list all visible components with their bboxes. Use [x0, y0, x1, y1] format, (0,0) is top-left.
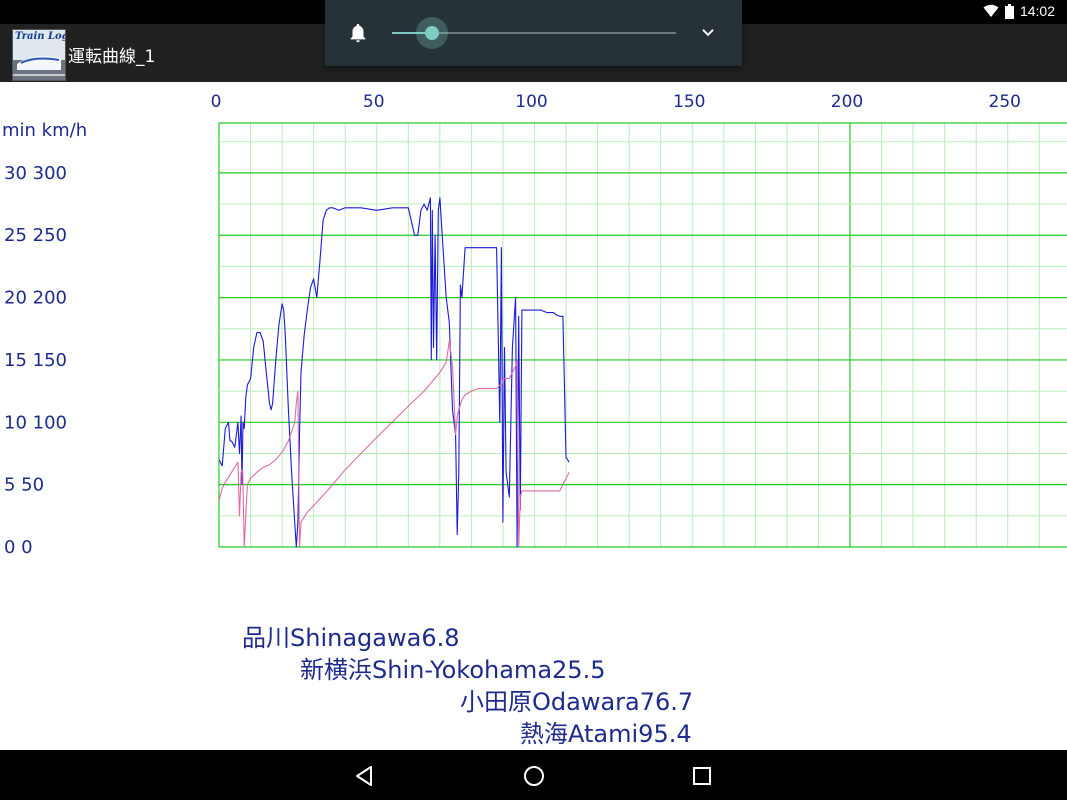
y-tick-label: 20 200 — [4, 288, 67, 309]
app-logo[interactable]: Train Log — [12, 29, 66, 81]
recents-icon[interactable] — [689, 763, 715, 789]
y-tick-label: 30 300 — [4, 163, 67, 184]
chevron-down-icon[interactable] — [697, 22, 719, 44]
x-tick-label: 50 — [363, 92, 385, 112]
app-icon-text: Train Log — [15, 31, 66, 42]
y-tick-label: 0 0 — [4, 537, 33, 558]
y-tick-label: 5 50 — [4, 475, 44, 496]
station-km: 95.4 — [638, 720, 692, 748]
station-name: 品川Shinagawa — [242, 624, 422, 652]
station-label-odawara: 小田原Odawara76.7 — [460, 682, 693, 717]
bell-icon[interactable] — [347, 22, 369, 44]
speed-time-chart: 0 50 100 150 200 250 0 0 5 50 10 100 15 150 20 20… — [2, 92, 1067, 558]
station-name: 熱海Atami — [520, 720, 639, 748]
battery-icon — [1004, 3, 1014, 19]
station-km: 25.5 — [552, 656, 606, 684]
station-label-shin-yokohama: 新横浜Shin-Yokohama25.5 — [300, 650, 605, 685]
station-km: 6.8 — [421, 624, 460, 652]
y-tick-labels: 0 0 5 50 10 100 15 150 20 200 25 250 30 300 — [4, 163, 67, 558]
station-km: 76.7 — [639, 688, 694, 716]
status-icons: 14:02 — [983, 3, 1055, 19]
navigation-bar — [0, 750, 1067, 800]
station-name: 新横浜Shin-Yokohama — [300, 656, 553, 684]
y-tick-label: 15 150 — [4, 350, 67, 371]
y-tick-label: 10 100 — [4, 412, 67, 433]
status-time: 14:02 — [1019, 3, 1055, 19]
volume-slider[interactable] — [392, 17, 676, 49]
chart-series — [218, 197, 570, 548]
back-icon[interactable] — [352, 763, 378, 789]
x-tick-label: 150 — [673, 92, 705, 112]
x-tick-label: 0 — [211, 92, 222, 112]
x-tick-label: 250 — [989, 92, 1021, 112]
x-tick-label: 200 — [831, 92, 863, 112]
wifi-icon — [983, 4, 999, 17]
x-tick-labels: 0 50 100 150 200 250 — [211, 92, 1021, 112]
station-label-shinagawa: 品川Shinagawa6.8 — [242, 618, 459, 653]
station-name: 小田原Odawara — [460, 688, 640, 716]
chart-grid — [218, 122, 1067, 548]
home-icon[interactable] — [521, 763, 547, 789]
x-tick-label: 100 — [515, 92, 547, 112]
y-axis-label: min km/h — [2, 120, 87, 141]
y-tick-label: 25 250 — [4, 225, 67, 246]
app-title: 運転曲線_1 — [68, 47, 156, 67]
station-label-atami: 熱海Atami95.4 — [520, 714, 692, 749]
volume-panel — [325, 0, 742, 66]
volume-thumb[interactable] — [424, 26, 439, 40]
